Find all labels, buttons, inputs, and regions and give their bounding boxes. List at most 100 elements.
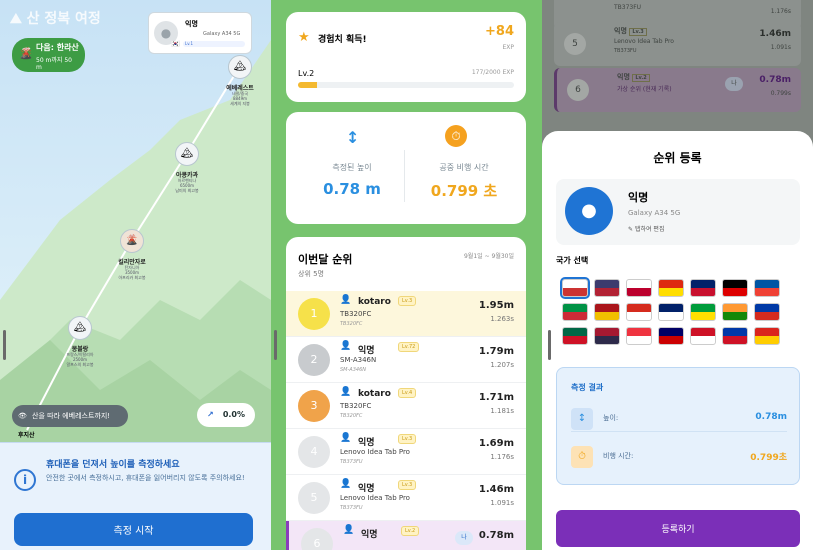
flag-grid — [560, 277, 782, 345]
xp-card: ★ 경험치 획득! +84 EXP Lv.2 177/2000 EXP — [286, 12, 526, 102]
time-value: 0.799초 — [750, 453, 787, 463]
height-row: ↕ 높이: 0.78m — [571, 406, 787, 432]
flag-mx-icon[interactable] — [562, 327, 588, 345]
user-device: Galaxy A34 5G — [203, 31, 241, 37]
rank-badge: 5 — [298, 482, 330, 514]
height-label: 높이: — [603, 414, 619, 422]
table-row[interactable]: 1 👤 kotaro Lv.3 TB320FC TB320FC 1.95m 1.263s — [286, 291, 526, 337]
flag-gb-icon[interactable] — [690, 279, 716, 297]
player-model: TB320FC — [340, 321, 363, 327]
player-name: 익명 — [358, 438, 375, 448]
time-label: 비행 시간: — [603, 452, 634, 460]
divider — [404, 150, 405, 202]
country-select-label: 국가 선택 — [556, 256, 589, 265]
xp-gain: +84 — [485, 24, 514, 39]
rank-badge: 4 — [298, 436, 330, 468]
player-device: Lenovo Idea Tab Pro — [340, 448, 410, 456]
level-badge: Lv.3 — [398, 480, 417, 490]
flag-br-icon[interactable] — [690, 303, 716, 321]
everest-marker-icon[interactable]: 🏔 — [228, 55, 252, 79]
next-goal-distance: 50 m까지 50 m — [36, 57, 72, 71]
register-modal: 순위 등록 ● 익명 Galaxy A34 5G ✎ 탭하여 편집 국가 선택 … — [542, 131, 813, 550]
mountain-info: 아르헨티나 6500m 남미의 최고봉 — [175, 178, 199, 193]
flag-my-icon[interactable] — [658, 327, 684, 345]
drag-handle[interactable] — [274, 330, 277, 360]
rank-badge: 1 — [298, 298, 330, 330]
ranking-dates: 9월1일 ~ 9월30일 — [463, 253, 514, 260]
volcano-icon: 🌋 — [19, 47, 33, 60]
table-row[interactable]: 3 👤 kotaro Lv.4 TB320FC TB320FC 1.71m 1.181s — [286, 383, 526, 429]
flag-th-icon[interactable] — [594, 327, 620, 345]
start-measure-button[interactable]: 측정 시작 — [14, 513, 253, 546]
kilimanjaro-marker-icon[interactable]: 🌋 — [120, 229, 144, 253]
me-badge: 나 — [455, 531, 473, 545]
flag-jp-icon[interactable] — [626, 279, 652, 297]
mountain-logo-icon: ⛰ — [10, 11, 22, 27]
avatar: ● — [565, 187, 613, 235]
player-time: 1.181s — [490, 407, 514, 415]
level-badge: Lv.2 — [401, 526, 420, 536]
rank-badge: 3 — [298, 390, 330, 422]
flag-sg-icon[interactable] — [626, 327, 652, 345]
flag-vn-icon[interactable] — [754, 327, 780, 345]
drag-handle[interactable] — [548, 330, 551, 360]
pencil-icon: ✎ — [628, 226, 634, 233]
flag-es-icon[interactable] — [594, 303, 620, 321]
xp-title: 경험치 획득! — [318, 35, 367, 45]
flag-ru-icon[interactable] — [754, 303, 780, 321]
user-info-box[interactable]: ● 익명 Galaxy A34 5G ✎ 탭하여 편집 — [556, 179, 800, 245]
flag-ph-icon[interactable] — [722, 327, 748, 345]
table-row[interactable]: 6 👤 익명 Lv.2 나 0.78m — [286, 521, 526, 550]
table-row[interactable]: 4 👤 익명 Lv.3 Lenovo Idea Tab Pro TB373FU 1.69m 1… — [286, 429, 526, 475]
level-badge: Lv.3 — [398, 296, 417, 306]
next-goal-label: 다음: 한라산 — [36, 43, 79, 52]
korea-flag-icon: 🇰🇷 — [171, 40, 180, 48]
modal-title: 순위 등록 — [653, 151, 702, 165]
player-name: 익명 — [358, 484, 375, 494]
next-goal-pill[interactable]: 🌋 다음: 한라산 50 m까지 50 m — [12, 38, 85, 72]
flag-kr-icon[interactable] — [560, 277, 590, 299]
drag-handle[interactable] — [3, 330, 6, 360]
flag-id-icon[interactable] — [690, 327, 716, 345]
player-time: 1.176s — [490, 453, 514, 461]
height-value: 0.78m — [755, 412, 787, 422]
table-row[interactable]: 5 👤 익명 Lv.3 Lenovo Idea Tab Pro TB373FU 1.46m 1… — [286, 475, 526, 521]
flag-cn-icon[interactable] — [658, 279, 684, 297]
level-label: Lv.2 — [298, 69, 315, 78]
edit-hint[interactable]: ✎ 탭하여 편집 — [628, 224, 664, 233]
mountain-info: 프랑스/이탈리아 2500m 알프스의 최고봉 — [66, 352, 94, 367]
trending-up-icon: ↗ — [207, 410, 214, 419]
table-row[interactable]: 2 👤 익명 Lv.72 SM-A346N SM-A346N 1.79m 1.207s — [286, 337, 526, 383]
player-device: SM-A346N — [340, 356, 377, 364]
flag-au-icon[interactable] — [658, 303, 684, 321]
player-model: TB373FU — [340, 459, 363, 465]
xp-unit: EXP — [502, 44, 514, 51]
flag-in-icon[interactable] — [722, 303, 748, 321]
mont-blanc-marker-icon[interactable]: 🏔 — [68, 316, 92, 340]
player-height: 1.69m — [478, 438, 514, 449]
mountain-info: 네팔/중국 8849m 세계의 지붕 — [230, 91, 250, 106]
level-badge: Lv.3 — [398, 434, 417, 444]
vertical-arrows-icon: ↕ — [571, 408, 593, 430]
register-button[interactable]: 등록하기 — [556, 510, 800, 547]
player-model: TB373FU — [340, 505, 363, 511]
user-card[interactable]: ● 🇰🇷 익명 Galaxy A34 5G Lv.1 — [148, 12, 252, 54]
avatar-icon: 👤 — [340, 479, 352, 489]
register-screen: TB373FU 1.176s 5 익명 Lv.3 Lenovo Idea Tab… — [542, 0, 813, 550]
progress-pill: ↗ 0.0% — [197, 403, 255, 427]
flag-de-icon[interactable] — [722, 279, 748, 297]
user-name: 익명 — [628, 191, 649, 204]
flag-it-icon[interactable] — [562, 303, 588, 321]
player-height: 1.46m — [478, 484, 514, 495]
eye-icon: 👁 — [18, 412, 27, 420]
aconcagua-marker-icon[interactable]: 🏔 — [175, 142, 199, 166]
app-title: ⛰ 산 정복 여정 — [10, 11, 101, 27]
result-box: 측정 결과 ↕ 높이: 0.78m ⏱ 비행 시간: 0.799초 — [556, 367, 800, 485]
flag-ca-icon[interactable] — [626, 303, 652, 321]
ranking-title: 이번달 순위 — [298, 253, 353, 266]
time-row: ⏱ 비행 시간: 0.799초 — [571, 444, 787, 470]
mountain-journey-screen: ⛰ 산 정복 여정 🌋 다음: 한라산 50 m까지 50 m ● 🇰🇷 익명 … — [0, 0, 271, 550]
flag-fr-icon[interactable] — [754, 279, 780, 297]
player-height: 1.71m — [478, 392, 514, 403]
flag-us-icon[interactable] — [594, 279, 620, 297]
